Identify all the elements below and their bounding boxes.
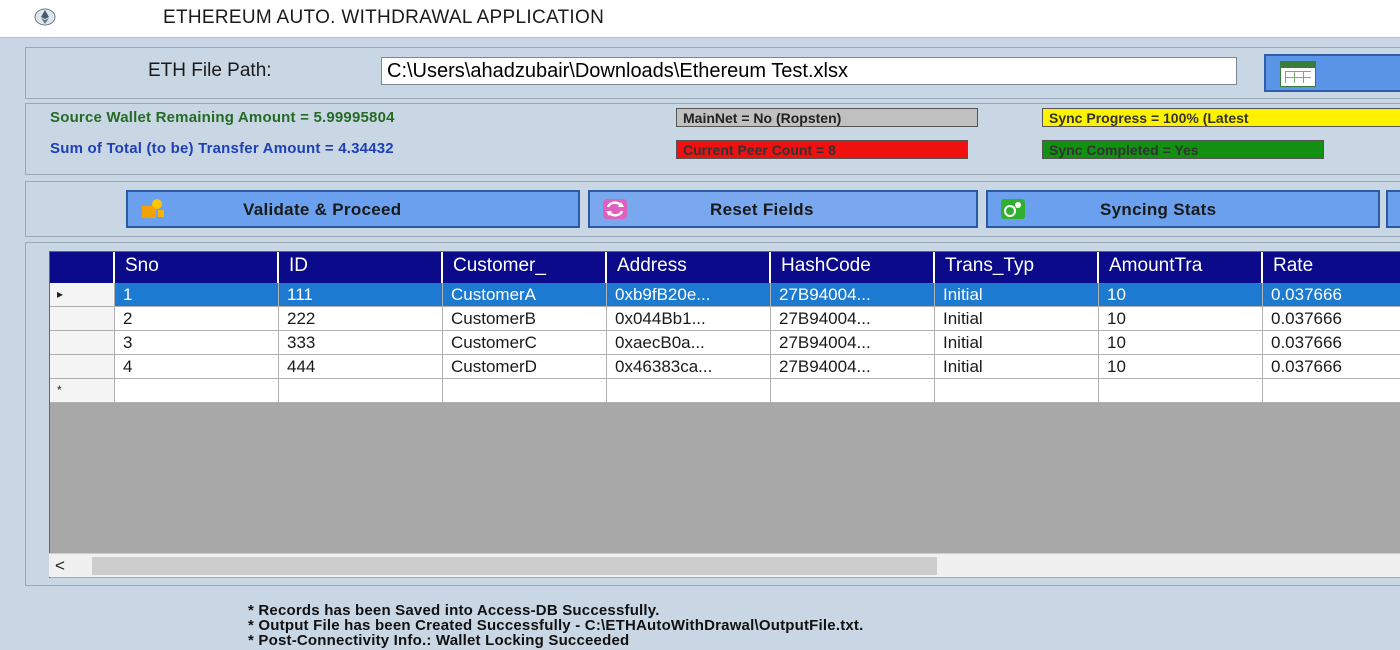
cell-rate[interactable]: 0.037666 xyxy=(1263,355,1400,379)
cell-sno[interactable] xyxy=(115,379,279,403)
spreadsheet-icon xyxy=(1280,61,1316,87)
cell-hashcode[interactable] xyxy=(771,379,935,403)
syncing-stats-label: Syncing Stats xyxy=(1100,200,1217,219)
cell-customer[interactable]: CustomerB xyxy=(443,307,607,331)
cell-trans-type[interactable]: Initial xyxy=(935,307,1099,331)
extra-action-button[interactable] xyxy=(1386,190,1400,228)
grid-corner-header[interactable] xyxy=(50,252,115,283)
syncing-stats-button[interactable]: Syncing Stats xyxy=(986,190,1380,228)
remaining-amount-text: Source Wallet Remaining Amount = 5.99995… xyxy=(50,109,395,126)
cell-trans-type[interactable]: Initial xyxy=(935,355,1099,379)
cell-rate[interactable] xyxy=(1263,379,1400,403)
cell-customer[interactable] xyxy=(443,379,607,403)
cell-sno[interactable]: 2 xyxy=(115,307,279,331)
row-selector[interactable] xyxy=(50,307,115,331)
table-row[interactable]: 3 333 CustomerC 0xaecB0a... 27B94004... … xyxy=(50,331,1400,355)
cell-address[interactable] xyxy=(607,379,771,403)
reset-fields-label: Reset Fields xyxy=(710,200,814,219)
cell-amount[interactable]: 10 xyxy=(1099,283,1263,307)
cell-customer[interactable]: CustomerC xyxy=(443,331,607,355)
cell-id[interactable]: 111 xyxy=(279,283,443,307)
column-header-address[interactable]: Address xyxy=(607,252,771,283)
refresh-icon xyxy=(603,199,627,219)
cell-amount[interactable]: 10 xyxy=(1099,331,1263,355)
table-row[interactable]: ▸ 1 111 CustomerA 0xb9fB20e... 27B94004.… xyxy=(50,283,1400,307)
sync-stats-icon xyxy=(1001,199,1025,219)
new-row[interactable]: * xyxy=(50,379,1400,403)
cell-address[interactable]: 0x46383ca... xyxy=(607,355,771,379)
column-header-amount[interactable]: AmountTra xyxy=(1099,252,1263,283)
cell-sno[interactable]: 3 xyxy=(115,331,279,355)
table-row[interactable]: 4 444 CustomerD 0x46383ca... 27B94004...… xyxy=(50,355,1400,379)
column-header-id[interactable]: ID xyxy=(279,252,443,283)
coins-icon xyxy=(142,199,164,218)
validate-proceed-button[interactable]: Validate & Proceed xyxy=(126,190,580,228)
row-selector[interactable] xyxy=(50,331,115,355)
file-path-panel: ETH File Path: xyxy=(25,47,1400,99)
cell-customer[interactable]: CustomerA xyxy=(443,283,607,307)
sync-progress-badge: Sync Progress = 100% (Latest xyxy=(1042,108,1400,127)
cell-id[interactable]: 444 xyxy=(279,355,443,379)
cell-rate[interactable]: 0.037666 xyxy=(1263,331,1400,355)
scrollbar-thumb[interactable] xyxy=(92,557,937,575)
row-selector[interactable]: ▸ xyxy=(50,283,115,307)
cell-sno[interactable]: 4 xyxy=(115,355,279,379)
cell-amount[interactable] xyxy=(1099,379,1263,403)
cell-trans-type[interactable]: Initial xyxy=(935,283,1099,307)
cell-trans-type[interactable] xyxy=(935,379,1099,403)
cell-address[interactable]: 0xb9fB20e... xyxy=(607,283,771,307)
cell-rate[interactable]: 0.037666 xyxy=(1263,307,1400,331)
column-header-hashcode[interactable]: HashCode xyxy=(771,252,935,283)
column-header-trans-type[interactable]: Trans_Typ xyxy=(935,252,1099,283)
column-header-rate[interactable]: Rate xyxy=(1263,252,1400,283)
cell-amount[interactable]: 10 xyxy=(1099,307,1263,331)
sync-completed-badge: Sync Completed = Yes xyxy=(1042,140,1324,159)
cell-id[interactable] xyxy=(279,379,443,403)
window-title: ETHEREUM AUTO. WITHDRAWAL APPLICATION xyxy=(163,7,605,28)
cell-hashcode[interactable]: 27B94004... xyxy=(771,331,935,355)
file-path-input[interactable] xyxy=(381,57,1237,85)
cell-hashcode[interactable]: 27B94004... xyxy=(771,307,935,331)
new-row-selector[interactable]: * xyxy=(50,379,115,403)
cell-hashcode[interactable]: 27B94004... xyxy=(771,355,935,379)
actions-panel: Validate & Proceed Reset Fields Syncing … xyxy=(25,181,1400,237)
row-selector[interactable] xyxy=(50,355,115,379)
column-header-sno[interactable]: Sno xyxy=(115,252,279,283)
cell-address[interactable]: 0xaecB0a... xyxy=(607,331,771,355)
scroll-left-arrow[interactable]: < xyxy=(55,556,65,576)
title-bar: ETHEREUM AUTO. WITHDRAWAL APPLICATION xyxy=(0,0,1400,38)
cell-hashcode[interactable]: 27B94004... xyxy=(771,283,935,307)
status-panel: Source Wallet Remaining Amount = 5.99995… xyxy=(25,103,1400,175)
cell-rate[interactable]: 0.037666 xyxy=(1263,283,1400,307)
records-grid[interactable]: Sno ID Customer_ Address HashCode Trans_… xyxy=(49,251,1400,578)
cell-id[interactable]: 222 xyxy=(279,307,443,331)
column-header-customer[interactable]: Customer_ xyxy=(443,252,607,283)
mainnet-badge: MainNet = No (Ropsten) xyxy=(676,108,978,127)
horizontal-scrollbar[interactable]: < xyxy=(49,553,1400,577)
grid-header-row: Sno ID Customer_ Address HashCode Trans_… xyxy=(50,252,1400,283)
cell-amount[interactable]: 10 xyxy=(1099,355,1263,379)
browse-file-button[interactable] xyxy=(1264,54,1400,92)
cell-customer[interactable]: CustomerD xyxy=(443,355,607,379)
table-row[interactable]: 2 222 CustomerB 0x044Bb1... 27B94004... … xyxy=(50,307,1400,331)
ethereum-app-icon xyxy=(34,8,56,26)
sum-total-text: Sum of Total (to be) Transfer Amount = 4… xyxy=(50,140,394,157)
cell-sno[interactable]: 1 xyxy=(115,283,279,307)
file-path-label: ETH File Path: xyxy=(148,60,272,81)
cell-trans-type[interactable]: Initial xyxy=(935,331,1099,355)
cell-address[interactable]: 0x044Bb1... xyxy=(607,307,771,331)
log-message: * Post-Connectivity Info.: Wallet Lockin… xyxy=(248,632,630,649)
reset-fields-button[interactable]: Reset Fields xyxy=(588,190,978,228)
peer-count-badge: Current Peer Count = 8 xyxy=(676,140,968,159)
cell-id[interactable]: 333 xyxy=(279,331,443,355)
validate-proceed-label: Validate & Proceed xyxy=(243,200,402,219)
